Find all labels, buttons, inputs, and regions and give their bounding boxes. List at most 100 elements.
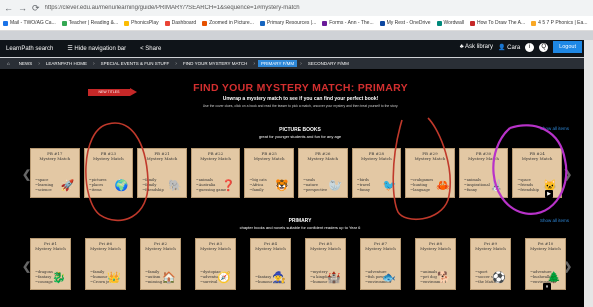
mystery-match-card[interactable]: Pri #5 Mystery Match ~mystery ~a kingdom ~…: [305, 238, 346, 290]
card-clues: ~fantasy ~humour: [255, 275, 273, 284]
home-icon[interactable]: ⌂: [4, 60, 13, 67]
page-subtitle: Unwrap a mystery match to see if you can…: [222, 96, 379, 102]
breadcrumb-separator-icon: ›: [175, 60, 177, 67]
pause-icon[interactable]: ⏸: [543, 283, 551, 291]
info-icon[interactable]: i: [525, 42, 535, 52]
breadcrumb-item[interactable]: Special events & fun stuff: [98, 60, 173, 67]
primary-carousel: Pri #1 Mystery Match ~dragons ~fantasy ~co…: [30, 238, 566, 290]
card-illustration-icon: 🚀: [60, 180, 75, 192]
mystery-match-card[interactable]: PB #24 Mystery Match ~space ~friends ~frie…: [512, 148, 562, 198]
mystery-match-card[interactable]: PB #29 Mystery Match ~crabgames ~hunting ~…: [405, 148, 455, 198]
new-titles-ribbon[interactable]: NEW TITLES: [88, 89, 130, 96]
bookmark-item[interactable]: Primary Resources |...: [259, 20, 316, 26]
mystery-match-card[interactable]: PB #25 Mystery Match ~big cats ~Africa ~fa…: [244, 148, 294, 198]
card-clues: ~space ~friends ~friendship: [517, 178, 539, 192]
breadcrumb-item[interactable]: Find your mystery match: [180, 60, 250, 67]
card-heading: Mystery Match: [530, 246, 561, 251]
url-field[interactable]: https://clever.edu.au/menu/learning/guid…: [45, 5, 300, 11]
site-header: LearnPath search ☰ Hide navigation bar <…: [0, 40, 584, 57]
bookmark-favicon-icon: [164, 20, 170, 26]
ribbon-arrow-icon: [130, 88, 137, 96]
learnpath-search-link[interactable]: LearnPath search: [6, 46, 53, 52]
card-heading: Mystery Match: [200, 156, 231, 161]
mystery-match-card[interactable]: Pri #1 Mystery Match ~dragons ~fantasy ~co…: [30, 238, 71, 290]
card-illustration-icon: 🌍: [114, 180, 129, 192]
bookmark-item[interactable]: Zoomed in Picture...: [202, 20, 254, 26]
bookmark-item[interactable]: Mail - TWO/AG Ca...: [3, 20, 56, 26]
card-heading: Mystery Match: [35, 246, 66, 251]
mystery-match-card[interactable]: Pri #7 Mystery Match ~adventure ~fish powe…: [360, 238, 401, 290]
bookmark-label: Teacher | Reading &...: [68, 20, 119, 26]
card-heading: Mystery Match: [521, 156, 553, 161]
mystery-match-card[interactable]: Pri #9 Mystery Match ~sport ~soccer star ~…: [470, 238, 511, 290]
user-menu[interactable]: 👤 Cara: [498, 44, 520, 51]
play-icon[interactable]: ▶: [545, 190, 553, 198]
bookmark-favicon-icon: [3, 20, 8, 26]
card-clues: ~space ~learning ~science: [35, 178, 54, 192]
share-button[interactable]: < Share: [140, 46, 161, 52]
bookmark-item[interactable]: My Rest - OneDrive: [379, 20, 431, 26]
mystery-match-card[interactable]: PB #26 Mystery Match ~seals ~nature ~persp…: [297, 148, 348, 198]
bookmark-label: Dashboard: [171, 20, 197, 26]
bookmark-item[interactable]: Wordwall: [436, 20, 464, 26]
bookmark-item[interactable]: Dashboard: [164, 20, 197, 26]
scrollbar-track[interactable]: [584, 40, 593, 307]
bookmark-item[interactable]: PhonicsPlay: [124, 20, 159, 26]
breadcrumb-separator-icon: ›: [253, 60, 256, 67]
mystery-match-card[interactable]: PB #17 Mystery Match ~space ~learning ~sci…: [30, 148, 80, 198]
card-heading: Mystery Match: [420, 246, 451, 251]
card-heading: Mystery Match: [475, 246, 506, 251]
mystery-match-card[interactable]: Pri #4 Mystery Match ~fantasy ~humour 🧙: [250, 238, 291, 290]
share-label: Share: [145, 45, 162, 52]
mystery-match-card[interactable]: PB #30 Mystery Match ~animals ~inspiration…: [458, 148, 509, 198]
primary-show-all-link[interactable]: Show all items: [540, 218, 569, 223]
bookmark-item[interactable]: Forms - Ann - The...: [322, 20, 374, 26]
mystery-match-card[interactable]: Pri #8 Mystery Match ~animals ~pet dog ~en…: [415, 238, 456, 290]
ask-library-link[interactable]: ♣ Ask library: [460, 44, 493, 50]
back-icon[interactable]: ←: [4, 0, 13, 16]
bookmark-item[interactable]: Teacher | Reading &...: [61, 20, 119, 26]
card-clues: ~birds ~travel ~funny: [356, 178, 371, 192]
card-heading: Mystery Match: [39, 156, 71, 161]
mystery-match-card[interactable]: PB #28 Mystery Match ~birds ~travel ~funny…: [351, 148, 402, 198]
mystery-match-card[interactable]: Pri #3 Mystery Match ~dystopian ~adventure…: [195, 238, 236, 290]
bookmark-item[interactable]: How To Draw The A...: [470, 20, 525, 26]
search-icon[interactable]: Q: [539, 42, 549, 52]
mystery-match-card[interactable]: PB #21 Mystery Match ~family ~family ~frie…: [137, 148, 187, 198]
card-heading: Mystery Match: [365, 246, 396, 251]
card-heading: Mystery Match: [253, 156, 285, 161]
breadcrumb-item[interactable]: Secondary F/MM: [305, 60, 352, 67]
picture-books-show-all-link[interactable]: Show all items: [540, 126, 569, 131]
bookmark-label: How To Draw The A...: [477, 20, 526, 26]
bookmarks-bar: Mail - TWO/AG Ca... Teacher | Reading &..…: [0, 16, 593, 31]
breadcrumb-separator-icon: ›: [92, 60, 95, 67]
mystery-match-card[interactable]: PB #23 Mystery Match ~pictures ~places ~it…: [83, 148, 134, 198]
breadcrumb-separator-icon: ›: [300, 60, 302, 67]
picture-books-next-arrow-icon[interactable]: ❯: [563, 168, 572, 181]
card-heading: Mystery Match: [360, 156, 392, 161]
ask-library-label: Ask library: [465, 44, 494, 50]
bookmark-label: PhonicsPlay: [131, 20, 159, 26]
breadcrumb-item[interactable]: LearnPath home: [43, 60, 90, 67]
card-heading: Mystery Match: [255, 246, 286, 251]
breadcrumb-item[interactable]: News: [16, 60, 36, 67]
breadcrumb-item[interactable]: Primary F/MM: [258, 60, 298, 67]
hide-navigation-button[interactable]: ☰ Hide navigation bar: [67, 45, 126, 52]
picture-books-carousel: PB #17 Mystery Match ~space ~learning ~sci…: [30, 148, 562, 198]
card-illustration-icon: 🦀: [436, 180, 450, 192]
mystery-match-card[interactable]: Pri #2 Mystery Match ~family ~autism ~miss…: [140, 238, 181, 290]
card-illustration-icon: 🐰: [489, 180, 504, 192]
bookmark-label: Mail - TWO/AG Ca...: [10, 20, 56, 26]
card-illustration-icon: 🐕: [437, 272, 451, 284]
card-clues: ~family ~family ~friendship: [142, 178, 164, 192]
bookmark-item[interactable]: 4 5 7 P Phonics | Ea...: [531, 20, 587, 26]
browser-address-bar: ← → ⟳ https://clever.edu.au/menu/learnin…: [0, 0, 593, 16]
bookmark-favicon-icon: [202, 20, 208, 26]
card-clues: ~dragons ~fantasy ~courage: [35, 270, 53, 284]
logout-button[interactable]: Logout: [553, 41, 582, 53]
mystery-match-card[interactable]: PB #22 Mystery Match ~animals ~Australia ~…: [190, 148, 241, 198]
bookmark-favicon-icon: [436, 20, 442, 26]
reload-icon[interactable]: ⟳: [32, 0, 40, 16]
forward-icon[interactable]: →: [18, 0, 27, 16]
mystery-match-card[interactable]: Pri #6 Mystery Match ~family ~humour ~Crow…: [85, 238, 126, 290]
